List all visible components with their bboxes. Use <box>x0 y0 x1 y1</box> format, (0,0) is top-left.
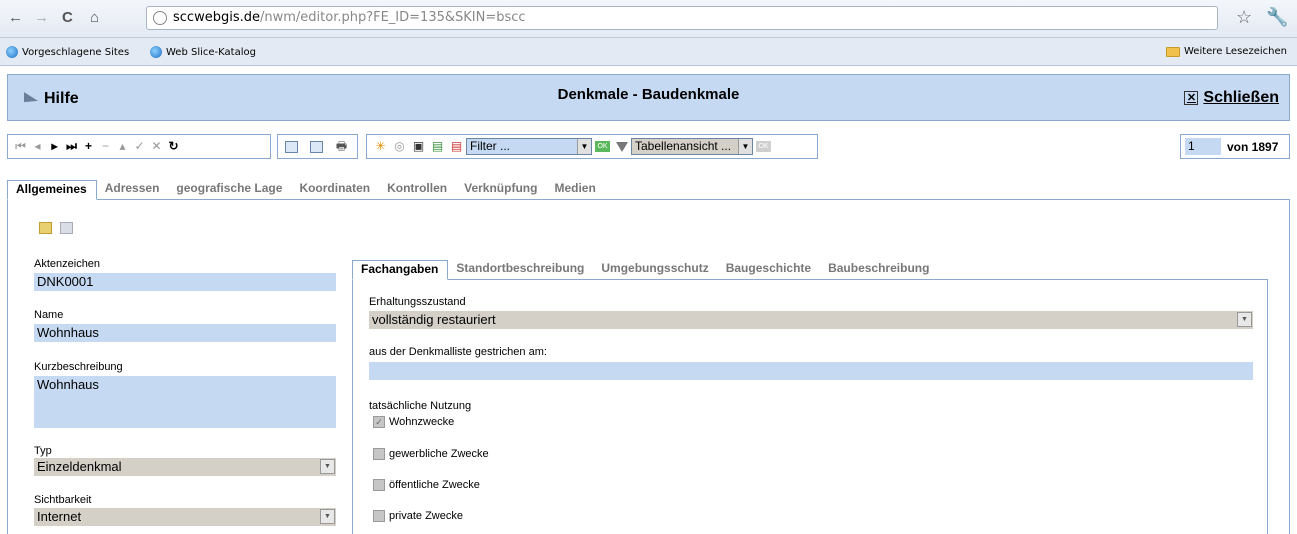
import-icon[interactable]: ▤ <box>447 138 466 155</box>
reload-icon[interactable]: C <box>62 9 73 27</box>
kurzbeschreibung-textarea[interactable]: Wohnhaus <box>34 376 336 428</box>
bookmark-webslice[interactable]: Web Slice-Katalog <box>150 46 256 58</box>
record-pager: 1 von 1897 <box>1180 134 1290 159</box>
close-button[interactable]: ✕ Schließen <box>1184 89 1279 107</box>
print-icon[interactable]: 🖶 <box>332 138 351 155</box>
back-icon[interactable]: ← <box>8 9 23 27</box>
cancel-icon[interactable]: ✕ <box>148 138 165 155</box>
url-text: sccwebgis.de/nwm/editor.php?FE_ID=135&SK… <box>173 10 526 25</box>
name-field[interactable]: Wohnhaus <box>34 324 336 342</box>
kurzbeschreibung-label: Kurzbeschreibung <box>34 361 123 373</box>
gestrichen-date-field[interactable] <box>369 362 1253 380</box>
prev-record-icon[interactable]: ◂ <box>29 138 46 155</box>
gestrichen-label: aus der Denkmalliste gestrichen am: <box>369 346 547 358</box>
export-icon[interactable]: ▤ <box>428 138 447 155</box>
star-icon[interactable]: ☆ <box>1236 7 1252 28</box>
delete-record-icon[interactable]: − <box>97 138 114 155</box>
page-title: Denkmale - Baudenkmale <box>557 86 740 103</box>
map-icon[interactable]: ✳ <box>371 138 390 155</box>
copy-document-icon[interactable] <box>60 222 73 234</box>
browser-toolbar: ← → C ⌂ sccwebgis.de/nwm/editor.php?FE_I… <box>0 0 1297 38</box>
tab-umgebungsschutz[interactable]: Umgebungsschutz <box>593 260 717 280</box>
typ-label: Typ <box>34 445 52 457</box>
erhaltungszustand-select[interactable]: vollständig restauriert ▼ <box>369 311 1253 329</box>
wrench-icon[interactable]: 🔧 <box>1266 7 1288 28</box>
filter-ok-button[interactable]: OK <box>595 141 610 152</box>
bookmark-suggested[interactable]: Vorgeschlagene Sites <box>6 46 129 58</box>
aktenzeichen-field[interactable]: DNK0001 <box>34 273 336 291</box>
checkbox-icon <box>373 448 385 460</box>
checkbox-icon <box>373 479 385 491</box>
checkbox-gewerbliche-zwecke[interactable]: gewerbliche Zwecke <box>373 448 489 460</box>
tab-verknuepfung[interactable]: Verknüpfung <box>456 180 546 200</box>
nutzung-label: tatsächliche Nutzung <box>369 400 472 412</box>
checkbox-checked-icon: ✓ <box>373 416 385 428</box>
tab-allgemeines[interactable]: Allgemeines <box>7 180 97 200</box>
chevron-down-icon: ▼ <box>320 509 335 524</box>
record-icons <box>39 222 73 234</box>
globe-icon <box>153 11 167 25</box>
tab-baugeschichte[interactable]: Baugeschichte <box>718 260 820 280</box>
close-icon: ✕ <box>1184 91 1199 105</box>
chevron-down-icon: ▼ <box>738 139 752 154</box>
aktenzeichen-label: Aktenzeichen <box>34 258 101 270</box>
checkbox-icon <box>373 510 385 522</box>
tab-koordinaten[interactable]: Koordinaten <box>291 180 379 200</box>
chevron-down-icon: ▼ <box>577 139 591 154</box>
first-record-icon[interactable]: ⏮ <box>12 138 29 155</box>
bookmark-other[interactable]: Weitere Lesezeichen <box>1166 46 1287 57</box>
edit-icon[interactable]: ▴ <box>114 138 131 155</box>
table-view-icon[interactable] <box>307 138 326 155</box>
checkbox-oeffentliche-zwecke[interactable]: öffentliche Zwecke <box>373 479 480 491</box>
ie-icon <box>6 46 18 58</box>
main-tabs: Allgemeines Adressen geografische Lage K… <box>7 180 605 200</box>
record-number-input[interactable]: 1 <box>1185 138 1221 155</box>
tab-standortbeschreibung[interactable]: Standortbeschreibung <box>448 260 593 280</box>
typ-select[interactable]: Einzeldenkmal ▼ <box>34 458 336 476</box>
name-label: Name <box>34 309 64 321</box>
refresh-icon[interactable]: ↻ <box>165 138 182 155</box>
app-header: Hilfe Denkmale - Baudenkmale ✕ Schließen <box>7 74 1290 121</box>
tab-kontrollen[interactable]: Kontrollen <box>379 180 456 200</box>
sichtbarkeit-label: Sichtbarkeit <box>34 494 92 506</box>
tab-fachangaben[interactable]: Fachangaben <box>352 260 449 280</box>
form-view-icon[interactable] <box>282 138 301 155</box>
address-bar[interactable]: sccwebgis.de/nwm/editor.php?FE_ID=135&SK… <box>146 6 1218 30</box>
inner-tabs: Fachangaben Standortbeschreibung Umgebun… <box>352 260 938 280</box>
filter-select[interactable]: Filter ... ▼ <box>466 138 592 155</box>
tab-medien[interactable]: Medien <box>546 180 604 200</box>
view-toolbar: 🖶 <box>277 134 358 159</box>
save-check-icon[interactable]: ✓ <box>131 138 148 155</box>
ie-icon <box>150 46 162 58</box>
add-record-icon[interactable]: + <box>80 138 97 155</box>
bookmarks-bar: Vorgeschlagene Sites Web Slice-Katalog W… <box>0 38 1297 66</box>
sichtbarkeit-select[interactable]: Internet ▼ <box>34 508 336 526</box>
checkbox-private-zwecke[interactable]: private Zwecke <box>373 510 463 522</box>
tab-adressen[interactable]: Adressen <box>97 180 169 200</box>
chevron-down-icon: ▼ <box>1237 312 1252 327</box>
last-record-icon[interactable]: ⏭ <box>63 138 80 155</box>
erhaltungszustand-label: Erhaltungsszustand <box>369 296 466 308</box>
folder-icon <box>1166 46 1180 57</box>
next-record-icon[interactable]: ▸ <box>46 138 63 155</box>
record-toolbar: ⏮ ◂ ▸ ⏭ + − ▴ ✓ ✕ ↻ <box>7 134 271 159</box>
funnel-icon[interactable] <box>616 141 628 152</box>
checkbox-wohnzwecke[interactable]: ✓ Wohnzwecke <box>373 416 454 428</box>
filter-toolbar: ✳ ◎ ▣ ▤ ▤ Filter ... ▼ OK Tabellenansicht… <box>366 134 818 159</box>
tab-geografische-lage[interactable]: geografische Lage <box>168 180 291 200</box>
home-icon[interactable]: ⌂ <box>90 9 99 27</box>
forward-icon[interactable]: → <box>34 9 49 27</box>
tab-baubeschreibung[interactable]: Baubeschreibung <box>820 260 938 280</box>
view-select[interactable]: Tabellenansicht ... ▼ <box>631 138 753 155</box>
zoom-map-icon[interactable]: ◎ <box>390 138 409 155</box>
new-document-icon[interactable] <box>39 222 52 234</box>
chevron-down-icon: ▼ <box>320 459 335 474</box>
view-ok-button[interactable]: OK <box>756 141 771 152</box>
record-count: von 1897 <box>1227 139 1279 154</box>
search-icon[interactable]: ▣ <box>409 138 428 155</box>
